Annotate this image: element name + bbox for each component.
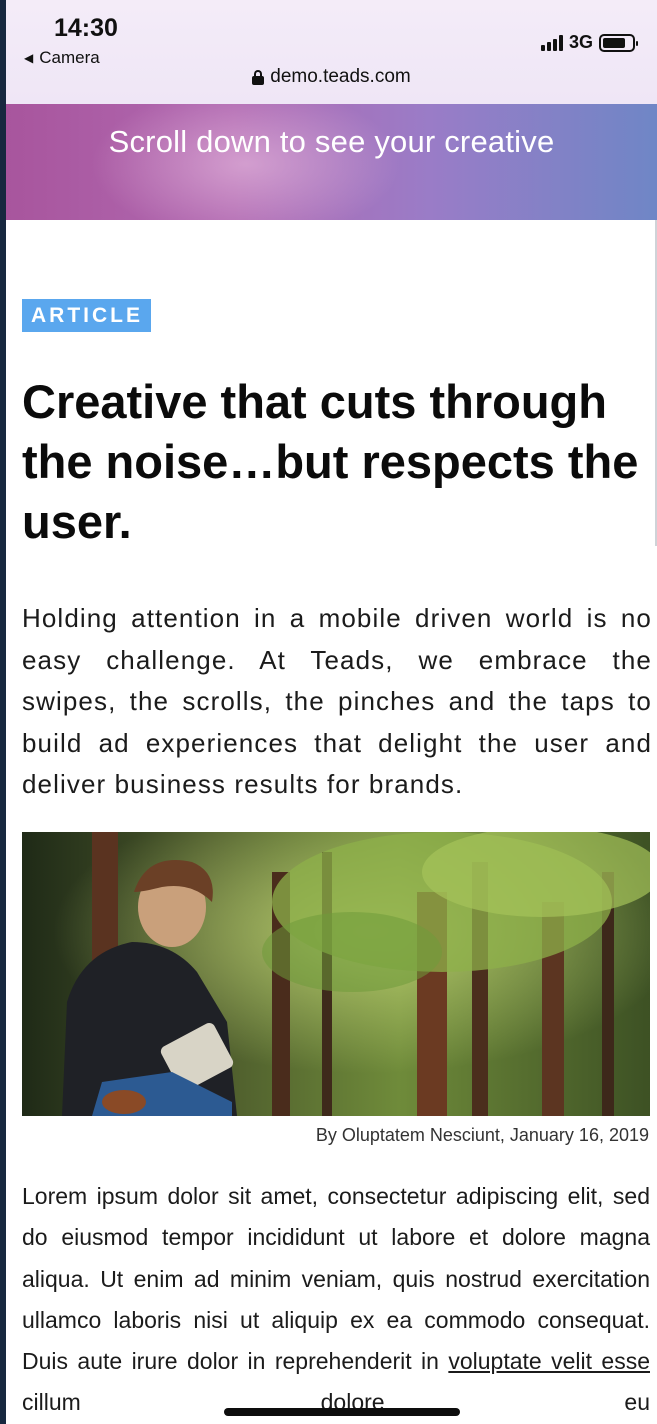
home-indicator[interactable] [224,1408,460,1416]
article-body: Lorem ipsum dolor sit amet, consectetur … [22,1176,650,1424]
network-type: 3G [568,32,593,52]
article-title: Creative that cuts through the noise…but… [22,375,639,548]
url-bar[interactable]: demo.teads.com [6,66,657,88]
url-text: demo.teads.com [270,66,411,87]
banner-text: Scroll down to see your creative [108,124,555,159]
back-triangle-icon: ◀ [24,51,34,65]
article-photo [22,832,650,1116]
scroll-banner: Scroll down to see your creative [6,104,657,220]
forest-man-tablet-image [22,832,650,1116]
status-indicators: 3G [540,32,638,53]
status-time: 14:30 [54,14,118,42]
signal-icon [540,34,563,51]
status-bar: 14:30 ◀ Camera 3G demo.teads.com [6,0,657,104]
back-app-label: Camera [39,48,100,67]
battery-icon [599,33,638,52]
image-caption: By Oluptatem Nesciunt, January 16, 2019 [315,1125,649,1145]
article-body-text: Lorem ipsum dolor sit amet, consectetur … [22,1183,650,1375]
article-lead: Holding attention in a mobile driven wor… [22,603,652,799]
article-body-link[interactable]: voluptate velit esse [448,1348,650,1374]
lock-icon [252,69,265,85]
article-badge: ARTICLE [22,299,151,332]
phone-screen: 14:30 ◀ Camera 3G demo.teads.com Scroll … [0,0,657,1424]
back-to-app-button[interactable]: ◀ Camera [24,48,100,68]
